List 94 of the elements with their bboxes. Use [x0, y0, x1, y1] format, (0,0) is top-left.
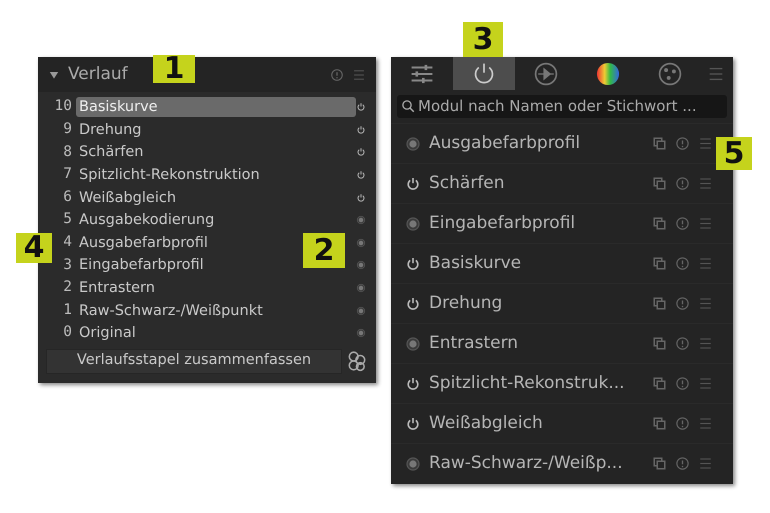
- history-item[interactable]: Original: [76, 323, 139, 344]
- radio-dot-icon: [405, 456, 421, 472]
- info-icon[interactable]: [675, 216, 690, 231]
- menu-icon[interactable]: [352, 68, 366, 82]
- power-icon[interactable]: [356, 124, 366, 135]
- module-name[interactable]: Drehung: [429, 290, 644, 316]
- history-item[interactable]: Entrastern: [76, 278, 158, 298]
- radio-dot-icon: [356, 215, 366, 226]
- copy-icon[interactable]: [652, 456, 667, 471]
- history-item[interactable]: Spitzlicht-Rekonstruktion: [76, 165, 263, 186]
- history-number: 0: [62, 323, 72, 342]
- menu-icon[interactable]: [698, 176, 713, 191]
- dots-circle-icon: [657, 60, 683, 86]
- panel-title: Verlauf: [68, 62, 128, 86]
- menu-icon[interactable]: [698, 296, 713, 311]
- power-icon[interactable]: [405, 416, 421, 432]
- history-item[interactable]: Basiskurve: [76, 97, 356, 118]
- menu-icon[interactable]: [698, 256, 713, 271]
- info-icon[interactable]: [675, 256, 690, 271]
- copy-icon[interactable]: [652, 296, 667, 311]
- radio-dot-icon: [356, 238, 366, 248]
- info-icon[interactable]: [675, 456, 690, 471]
- power-icon[interactable]: [405, 256, 421, 272]
- callout-label: 3: [463, 22, 503, 57]
- search-icon: [401, 99, 416, 114]
- callout-label: 5: [716, 137, 752, 170]
- history-number: 5: [62, 210, 72, 230]
- power-icon[interactable]: [356, 147, 366, 158]
- history-number: 6: [62, 188, 72, 207]
- info-icon[interactable]: [675, 296, 690, 311]
- info-icon[interactable]: [675, 336, 690, 351]
- color-ball-icon: [595, 60, 621, 86]
- info-icon[interactable]: [330, 68, 344, 82]
- menu-icon[interactable]: [698, 136, 713, 151]
- menu-icon[interactable]: [698, 416, 713, 431]
- radio-dot-icon: [356, 328, 366, 338]
- radio-dot-icon: [405, 336, 421, 352]
- copy-icon[interactable]: [652, 416, 667, 431]
- power-icon[interactable]: [405, 176, 421, 192]
- menu-icon[interactable]: [698, 216, 713, 231]
- copy-icon[interactable]: [652, 376, 667, 391]
- copy-icon[interactable]: [652, 336, 667, 351]
- info-icon[interactable]: [675, 136, 690, 151]
- radio-dot-icon: [356, 306, 366, 316]
- circles-icon[interactable]: [346, 350, 368, 372]
- module-name[interactable]: Ausgabefarbprofil: [429, 130, 644, 156]
- history-item[interactable]: Drehung: [76, 120, 145, 140]
- radio-dot-icon: [405, 136, 421, 152]
- info-icon[interactable]: [675, 176, 690, 191]
- history-number: 8: [62, 142, 72, 162]
- history-number: 7: [62, 165, 72, 184]
- module-name[interactable]: Basiskurve: [429, 250, 644, 276]
- history-number: 1: [62, 300, 72, 320]
- menu-icon[interactable]: [698, 376, 713, 391]
- callout-label: 1: [153, 55, 195, 83]
- copy-icon[interactable]: [652, 216, 667, 231]
- power-icon[interactable]: [356, 192, 366, 203]
- menu-icon[interactable]: [698, 336, 713, 351]
- module-name[interactable]: Weißabgleich: [429, 410, 644, 436]
- search-field[interactable]: Modul nach Namen oder Stichwort ...: [397, 95, 727, 118]
- module-name[interactable]: Raw-Schwarz-/Weißp...: [429, 450, 644, 476]
- history-item[interactable]: Eingabefarbprofil: [76, 255, 207, 276]
- copy-icon[interactable]: [652, 136, 667, 151]
- module-name[interactable]: Eingabefarbprofil: [429, 210, 644, 236]
- copy-icon[interactable]: [652, 176, 667, 191]
- power-icon[interactable]: [405, 296, 421, 312]
- power-icon[interactable]: [356, 102, 366, 112]
- history-item[interactable]: Schärfen: [76, 142, 146, 162]
- module-name[interactable]: Entrastern: [429, 330, 644, 356]
- history-number: 9: [62, 120, 72, 140]
- power-icon[interactable]: [405, 376, 421, 392]
- module-tab[interactable]: [453, 57, 515, 90]
- history-item[interactable]: Raw-Schwarz-/Weißpunkt: [76, 300, 266, 321]
- info-icon[interactable]: [675, 416, 690, 431]
- menu-icon[interactable]: [698, 456, 713, 471]
- radio-dot-icon: [356, 283, 366, 294]
- callout-label: 4: [16, 233, 52, 263]
- history-number: 10: [54, 97, 72, 116]
- compress-button[interactable]: Verlaufsstapel zusammenfassen: [46, 348, 342, 374]
- radio-dot-icon: [356, 260, 366, 270]
- history-number: 2: [62, 278, 72, 298]
- history-item[interactable]: Ausgabefarbprofil: [76, 232, 211, 253]
- copy-icon[interactable]: [652, 256, 667, 271]
- play-circle-icon: [533, 60, 559, 86]
- power-icon[interactable]: [356, 170, 366, 180]
- radio-dot-icon: [405, 216, 421, 232]
- module-name[interactable]: Spitzlicht-Rekonstruk...: [429, 370, 644, 396]
- module-name[interactable]: Schärfen: [429, 170, 644, 196]
- callout-label: 2: [303, 233, 345, 268]
- history-item[interactable]: Ausgabekodierung: [76, 210, 218, 230]
- history-number: 3: [62, 256, 72, 275]
- history-item[interactable]: Weißabgleich: [76, 188, 180, 208]
- history-number: 4: [62, 232, 72, 252]
- info-icon[interactable]: [675, 376, 690, 391]
